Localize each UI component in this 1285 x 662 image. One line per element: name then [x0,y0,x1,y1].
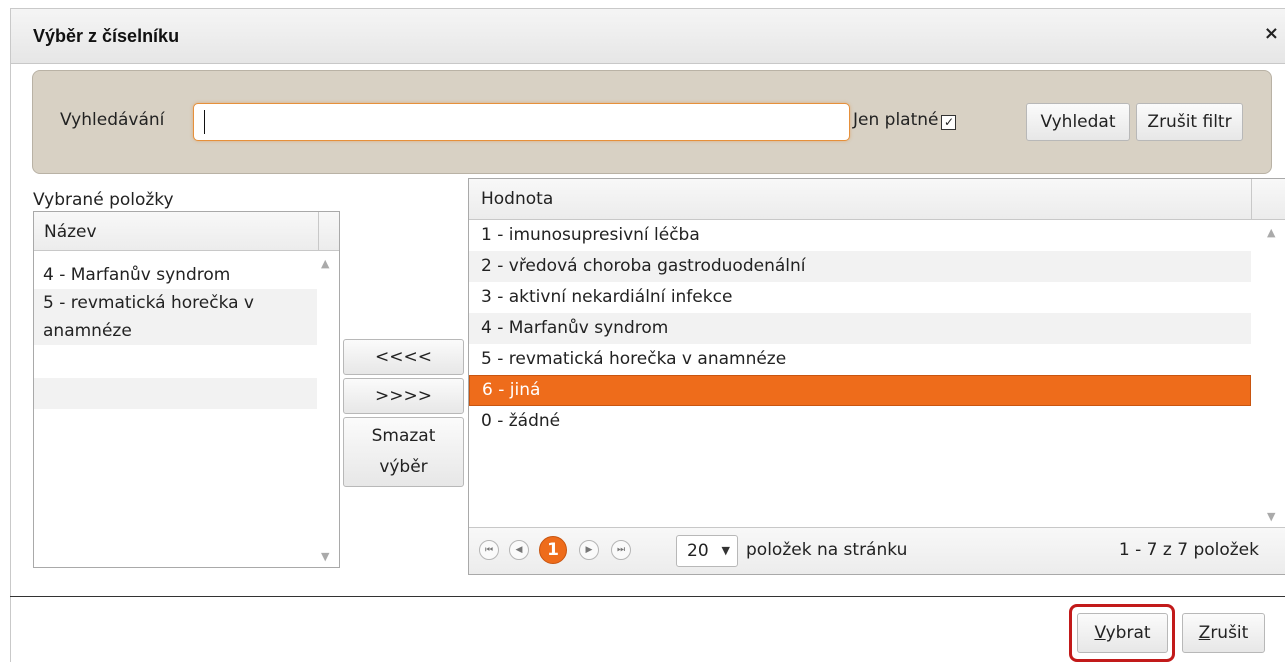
search-panel: Vyhledávání Jen platné ✓ Vyhledat Zrušit … [32,70,1272,174]
text-caret [204,110,205,134]
chevron-down-icon: ▼ [721,544,730,557]
selected-row[interactable]: anamnéze [34,317,318,345]
close-icon[interactable]: × [1264,23,1279,44]
selected-row[interactable]: 5 - revmatická horečka v [34,289,318,317]
values-grid: Hodnota 1 - imunosupresivní léčba 2 - vř… [468,178,1285,575]
cancel-button-label: rušit [1210,623,1249,643]
select-button-accesskey: V [1094,623,1106,643]
clear-selection-line2: výběr [379,457,428,477]
cancel-button[interactable]: Zrušit [1182,613,1265,653]
selected-items-grid: Název 4 - Marfanův syndrom 5 - revmatick… [33,211,340,568]
only-valid-label: Jen platné [853,110,939,130]
selected-items-caption: Vybrané položky [33,190,174,210]
clear-selection-line1: Smazat [371,426,436,446]
search-button[interactable]: Vyhledat [1026,103,1130,141]
select-button-label: ybrat [1105,623,1151,643]
cancel-button-accesskey: Z [1198,623,1211,643]
value-row-selected[interactable]: 6 - jiná [469,375,1251,406]
next-page-icon[interactable]: ▶ [579,540,599,560]
value-row[interactable]: 1 - imunosupresivní léčba [469,220,1251,251]
page-size-select[interactable]: 20 ▼ [676,535,738,567]
selected-grid-header: Název [34,212,339,251]
value-row[interactable]: 5 - revmatická horečka v anamnéze [469,344,1251,375]
code-list-dialog: Výběr z číselníku × Vyhledávání Jen plat… [10,8,1285,662]
value-row[interactable]: 4 - Marfanův syndrom [469,313,1251,344]
only-valid-filter[interactable]: Jen platné ✓ [853,110,957,130]
selected-empty-row [34,378,318,409]
first-page-icon[interactable]: ⏮ [479,540,499,560]
current-page[interactable]: 1 [539,536,567,564]
values-grid-header: Hodnota [469,179,1285,220]
header-divider [318,212,319,250]
pager: ⏮ ◀ 1 ▶ ⏭ 20 ▼ položek na stránku 1 - 7 … [469,527,1285,574]
header-divider [1251,179,1252,219]
footer-divider [10,596,1285,597]
dialog-titlebar[interactable]: Výběr z číselníku × [11,9,1285,64]
page-info: 1 - 7 z 7 položek [1118,540,1259,560]
scroll-up-icon[interactable]: ▲ [1267,226,1275,239]
dialog-title: Výběr z číselníku [33,26,180,46]
value-row[interactable]: 0 - žádné [469,406,1251,437]
column-header-name[interactable]: Název [44,222,97,242]
selected-scrollbar[interactable]: ▲ ▼ [317,251,339,567]
selected-row[interactable]: 4 - Marfanův syndrom [34,261,318,289]
clear-selection-button[interactable]: Smazat výběr [343,417,464,487]
column-header-value[interactable]: Hodnota [481,189,553,209]
value-row[interactable]: 2 - vředová choroba gastroduodenální [469,251,1251,282]
clear-filter-button[interactable]: Zrušit filtr [1136,103,1243,141]
add-to-selection-button[interactable]: >>>> [343,378,464,414]
search-label: Vyhledávání [60,110,165,130]
previous-page-icon[interactable]: ◀ [509,540,529,560]
search-input[interactable] [193,103,850,141]
per-page-label: položek na stránku [746,540,908,560]
scroll-up-icon[interactable]: ▲ [321,257,329,270]
scroll-down-icon[interactable]: ▼ [321,550,329,563]
value-row[interactable]: 3 - aktivní nekardiální infekce [469,282,1251,313]
select-button[interactable]: Vybrat [1077,613,1168,653]
scroll-down-icon[interactable]: ▼ [1267,510,1275,523]
only-valid-checkbox[interactable]: ✓ [941,115,957,130]
remove-from-selection-button[interactable]: <<<< [343,339,464,375]
page-size-value: 20 [687,541,709,561]
values-scrollbar[interactable]: ▲ ▼ [1263,220,1285,527]
last-page-icon[interactable]: ⏭ [611,540,631,560]
